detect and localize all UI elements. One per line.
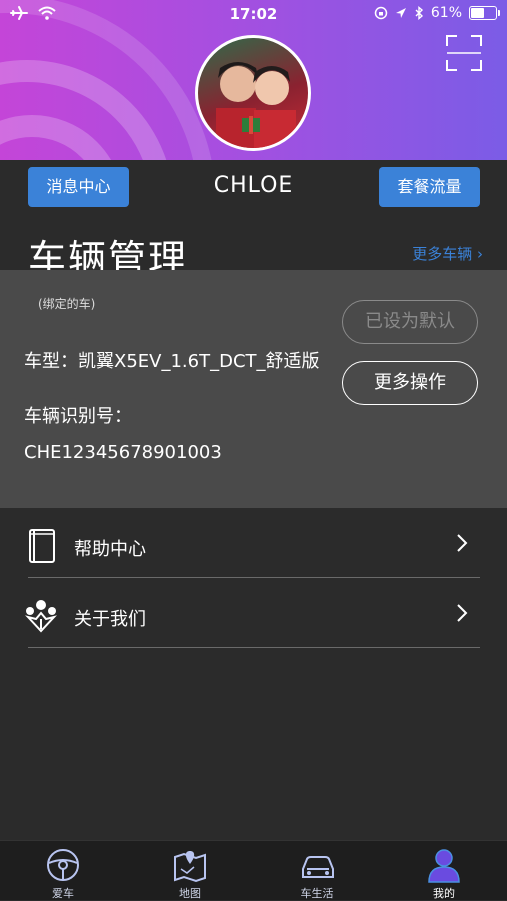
avatar[interactable] [195,35,311,151]
battery-icon [469,6,500,20]
tab-label: 车生活 [300,887,334,900]
bluetooth-icon [415,6,423,20]
more-actions-button[interactable]: 更多操作 [342,361,478,405]
menu-item-label: 帮助中心 [74,539,146,560]
orientation-lock-icon [374,6,388,20]
menu-item-help-center[interactable]: 帮助中心 [28,515,480,578]
tab-mine[interactable]: 我的 [381,841,507,901]
vin-value: CHE12345678901003 [24,442,222,463]
menu-item-label: 关于我们 [74,609,146,630]
tab-car-life[interactable]: 车生活 [254,841,380,901]
steering-wheel-icon [47,849,79,881]
profile-header: 17:02 61% [0,0,507,160]
book-icon [29,529,55,563]
tab-map[interactable]: 地图 [127,841,253,901]
avatar-photo [216,62,296,148]
team-icon [24,600,58,633]
profile-bar: 消息中心 CHLOE 套餐流量 [0,160,507,215]
vin-label: 车辆识别号： [24,406,132,427]
tab-label: 我的 [433,887,455,900]
tab-label: 地图 [179,887,201,900]
tab-my-car[interactable]: 爱车 [0,841,126,901]
bound-vehicle-note: (绑定的车) [38,297,96,311]
tab-label: 爱车 [52,887,74,900]
plan-data-button[interactable]: 套餐流量 [379,167,480,207]
map-icon [174,851,206,883]
more-vehicles-link[interactable]: 更多车辆 › [412,243,483,264]
bottom-tab-bar: 爱车 地图 车生活 我的 [0,840,507,900]
location-arrow-icon [395,8,406,18]
set-default-button[interactable]: 已设为默认 [342,300,478,344]
car-icon [302,856,334,878]
chevron-right-icon [457,604,468,622]
menu-item-about-us[interactable]: 关于我们 [24,585,480,648]
chevron-right-icon [457,534,468,552]
vehicle-card: (绑定的车) 车型：凯翼X5EV_1.6T_DCT_舒适版 车辆识别号： CHE… [0,270,507,508]
car-model-text: 车型：凯翼X5EV_1.6T_DCT_舒适版 [24,351,320,372]
battery-percentage: 61% [430,5,462,21]
status-bar: 17:02 61% [0,0,507,28]
scan-icon[interactable] [445,34,483,72]
person-icon [428,849,460,883]
